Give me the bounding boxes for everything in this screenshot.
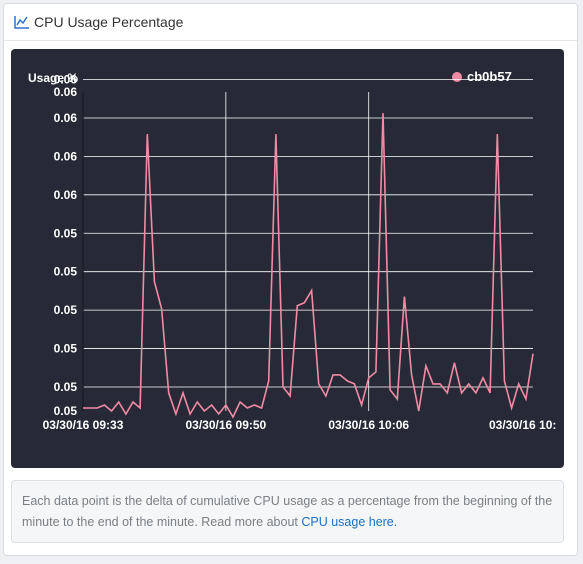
x-tick-label: 03/30/16 10: bbox=[489, 418, 556, 432]
y-tick-label: 0.05 bbox=[54, 404, 78, 418]
y-tick-label: 0.06 bbox=[54, 149, 78, 163]
y-tick-label: 0.06 bbox=[54, 111, 78, 125]
y-tick-label: 0.05 bbox=[54, 265, 78, 279]
note-text: Each data point is the delta of cumulati… bbox=[22, 494, 553, 529]
info-note: Each data point is the delta of cumulati… bbox=[11, 480, 564, 543]
cpu-usage-link[interactable]: CPU usage here. bbox=[301, 515, 397, 529]
panel-title: CPU Usage Percentage bbox=[34, 14, 184, 30]
y-tick-label: 0.05 bbox=[54, 380, 78, 394]
line-chart-icon bbox=[14, 15, 29, 29]
legend-swatch bbox=[452, 72, 462, 82]
legend-label: cb0b57 bbox=[467, 69, 512, 84]
panel-header: CPU Usage Percentage bbox=[4, 4, 577, 41]
cpu-usage-chart: Usage % cb0b57 0.050.050.050.050.050.050… bbox=[28, 69, 556, 432]
y-tick-label: 0.06 bbox=[54, 85, 78, 99]
y-tick-label: 0.05 bbox=[54, 342, 78, 356]
y-tick-label: 0.05 bbox=[54, 226, 78, 240]
y-tick-label: 0.05 bbox=[54, 303, 78, 317]
y-tick-label: 0.06 bbox=[54, 188, 78, 202]
x-tick-label: 03/30/16 09:33 bbox=[43, 418, 124, 432]
chart-area: Usage % cb0b57 0.05 0.05 0.05 0.05 0.05 0.05 0… bbox=[11, 49, 564, 468]
x-tick-label: 03/30/16 10:06 bbox=[328, 418, 409, 432]
x-tick-label: 03/30/16 09:50 bbox=[185, 418, 266, 432]
series-line bbox=[83, 113, 534, 419]
